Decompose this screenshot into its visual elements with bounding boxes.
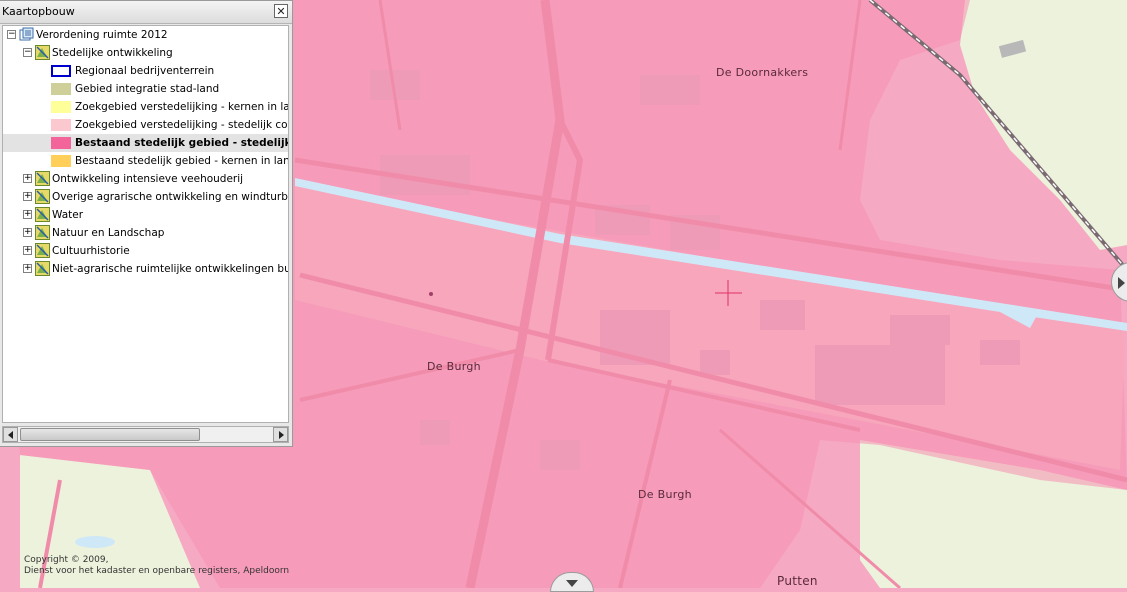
chevron-down-icon (566, 580, 578, 587)
scroll-left-button[interactable] (3, 427, 18, 442)
legend-swatch (51, 101, 71, 113)
collapse-toggle[interactable]: − (7, 30, 16, 39)
legend-label: Regionaal bedrijventerrein (75, 65, 215, 77)
layer-icon (35, 243, 50, 258)
tree-item-label: Verordening ruimte 2012 (36, 29, 168, 41)
layer-icon (35, 171, 50, 186)
layer-tree: − Verordening ruimte 2012 − Stedelijke o… (2, 25, 289, 423)
copyright-line-2: Dienst voor het kadaster en openbare reg… (24, 566, 290, 576)
layer-icon (35, 261, 50, 276)
tree-item-label: Niet-agrarische ruimtelijke ontwikkeling… (52, 263, 288, 275)
layer-panel: Kaartopbouw ✕ − Verordening ruimte 2012 … (0, 0, 293, 447)
chevron-right-icon (1118, 277, 1125, 289)
tree-item-cultuurhistorie[interactable]: + Cultuurhistorie (3, 242, 288, 260)
legend-item-zoekgebied-stedelijk[interactable]: Zoekgebied verstedelijking - stedelijk c… (3, 116, 288, 134)
legend-item-gebied-integratie[interactable]: Gebied integratie stad-land (3, 80, 288, 98)
close-button[interactable]: ✕ (274, 4, 288, 18)
legend-item-bestaand-stedelijk-concentratie[interactable]: Bestaand stedelijk gebied - stedelijk co… (3, 134, 288, 152)
legend-label: Bestaand stedelijk gebied - stedelijk co… (75, 137, 289, 149)
layer-icon (35, 45, 50, 60)
tree-item-natuur-en-landschap[interactable]: + Natuur en Landschap (3, 224, 288, 242)
tree-item-water[interactable]: + Water (3, 206, 288, 224)
legend-swatch (51, 119, 71, 131)
layer-icon (35, 225, 50, 240)
legend-label: Bestaand stedelijk gebied - kernen in la… (75, 155, 288, 167)
tree-item-root[interactable]: − Verordening ruimte 2012 (3, 26, 288, 44)
tree-item-label: Overige agrarische ontwikkeling en windt… (52, 191, 289, 203)
tree-item-label: Stedelijke ontwikkeling (52, 47, 173, 59)
expand-toggle[interactable]: + (23, 210, 32, 219)
legend-label: Zoekgebied verstedelijking - stedelijk c… (75, 119, 288, 131)
tree-item-stedelijke-ontwikkeling[interactable]: − Stedelijke ontwikkeling (3, 44, 288, 62)
place-label-de-burgh-1: De Burgh (427, 360, 481, 373)
expand-toggle[interactable]: + (23, 264, 32, 273)
tree-item-label: Ontwikkeling intensieve veehouderij (52, 173, 244, 185)
legend-item-regionaal-bedrijventerrein[interactable]: Regionaal bedrijventerrein (3, 62, 288, 80)
legend-swatch (51, 65, 71, 77)
close-icon: ✕ (276, 5, 286, 18)
pond (75, 536, 115, 548)
tree-item-label: Natuur en Landschap (52, 227, 165, 239)
panel-title-bar: Kaartopbouw ✕ (0, 1, 292, 24)
scrollbar-thumb[interactable] (20, 428, 200, 441)
legend-item-zoekgebied-kernen[interactable]: Zoekgebied verstedelijking - kernen in l… (3, 98, 288, 116)
horizontal-scrollbar[interactable] (2, 426, 289, 443)
arrow-left-icon (8, 431, 13, 439)
legend-label: Zoekgebied verstedelijking - kernen in l… (75, 101, 289, 113)
poi-marker (429, 292, 433, 296)
place-label-de-burgh-2: De Burgh (638, 488, 692, 501)
scroll-right-button[interactable] (273, 427, 288, 442)
legend-swatch (51, 155, 71, 167)
tree-item-overige-agrarische[interactable]: + Overige agrarische ontwikkeling en win… (3, 188, 288, 206)
layer-icon (35, 189, 50, 204)
expand-toggle[interactable]: + (23, 192, 32, 201)
legend-label: Gebied integratie stad-land (75, 83, 220, 95)
legend-swatch (51, 137, 71, 149)
tree-item-intensieve-veehouderij[interactable]: + Ontwikkeling intensieve veehouderij (3, 170, 288, 188)
place-label-de-doornakkers: De Doornakkers (716, 66, 809, 79)
copyright-line-1: Copyright © 2009, (24, 555, 109, 565)
arrow-right-icon (279, 431, 284, 439)
panel-title: Kaartopbouw (2, 5, 75, 18)
copyright-text: Copyright © 2009, Dienst voor het kadast… (24, 555, 289, 577)
tree-item-label: Cultuurhistorie (52, 245, 130, 257)
tree-item-label: Water (52, 209, 84, 221)
expand-toggle[interactable]: + (23, 174, 32, 183)
tree-item-niet-agrarische[interactable]: + Niet-agrarische ruimtelijke ontwikkeli… (3, 260, 288, 278)
place-label-putten: Putten (777, 574, 818, 588)
collapse-toggle[interactable]: − (23, 48, 32, 57)
layer-icon (35, 207, 50, 222)
legend-item-bestaand-kernen[interactable]: Bestaand stedelijk gebied - kernen in la… (3, 152, 288, 170)
legend-swatch (51, 83, 71, 95)
expand-toggle[interactable]: + (23, 228, 32, 237)
map-layers-icon (19, 27, 34, 41)
expand-toggle[interactable]: + (23, 246, 32, 255)
